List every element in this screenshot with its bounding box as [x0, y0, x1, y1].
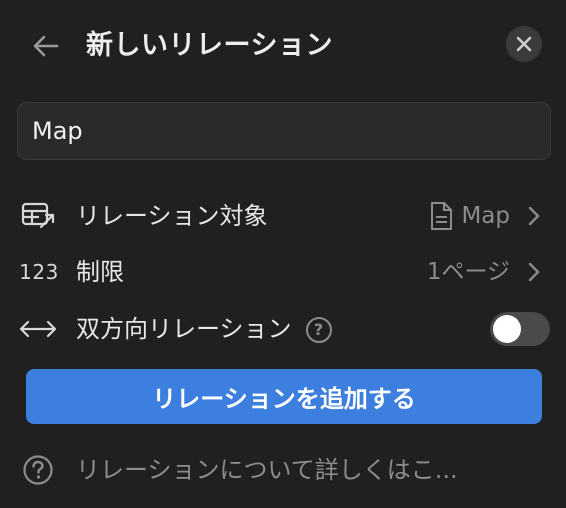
number-icon-text: 123: [19, 260, 59, 284]
help-circle-icon[interactable]: ?: [305, 317, 332, 343]
arrow-left-icon: [33, 35, 59, 57]
help-circle-icon: [22, 454, 54, 486]
learn-more-text: リレーションについて詳しくはこ...: [76, 456, 458, 484]
close-button[interactable]: [506, 26, 542, 62]
panel-header: 新しいリレーション: [0, 0, 566, 90]
relation-target-value-text: Map: [461, 203, 510, 229]
two-way-relation-toggle[interactable]: [490, 312, 550, 346]
limit-label: 制限: [76, 258, 124, 286]
two-way-relation-label: 双方向リレーション?: [76, 314, 332, 344]
limit-value: 1ページ: [427, 257, 540, 287]
new-relation-panel: 新しいリレーション リレーション対象 Map: [0, 0, 566, 508]
document-icon: [429, 201, 453, 231]
number-icon: 123: [14, 255, 64, 289]
limit-row[interactable]: 123 制限 1ページ: [0, 247, 566, 297]
learn-more-link[interactable]: リレーションについて詳しくはこ...: [20, 448, 550, 492]
toggle-knob: [493, 315, 521, 343]
two-way-relation-row: 双方向リレーション?: [0, 304, 566, 354]
limit-value-text: 1ページ: [426, 259, 510, 285]
two-way-relation-label-text: 双方向リレーション: [76, 315, 292, 343]
chevron-right-icon: [528, 206, 540, 226]
relation-target-value: Map: [429, 201, 540, 231]
add-relation-button[interactable]: リレーションを追加する: [26, 369, 542, 424]
close-icon: [516, 36, 532, 52]
chevron-right-icon: [528, 262, 540, 282]
page-title: 新しいリレーション: [86, 30, 333, 61]
table-arrow-icon: [18, 199, 58, 233]
relation-target-row[interactable]: リレーション対象 Map: [0, 191, 566, 241]
relation-name-input[interactable]: [17, 102, 551, 160]
relation-target-label: リレーション対象: [76, 202, 268, 230]
bidirectional-arrow-icon: [18, 312, 58, 346]
back-button[interactable]: [28, 28, 64, 64]
